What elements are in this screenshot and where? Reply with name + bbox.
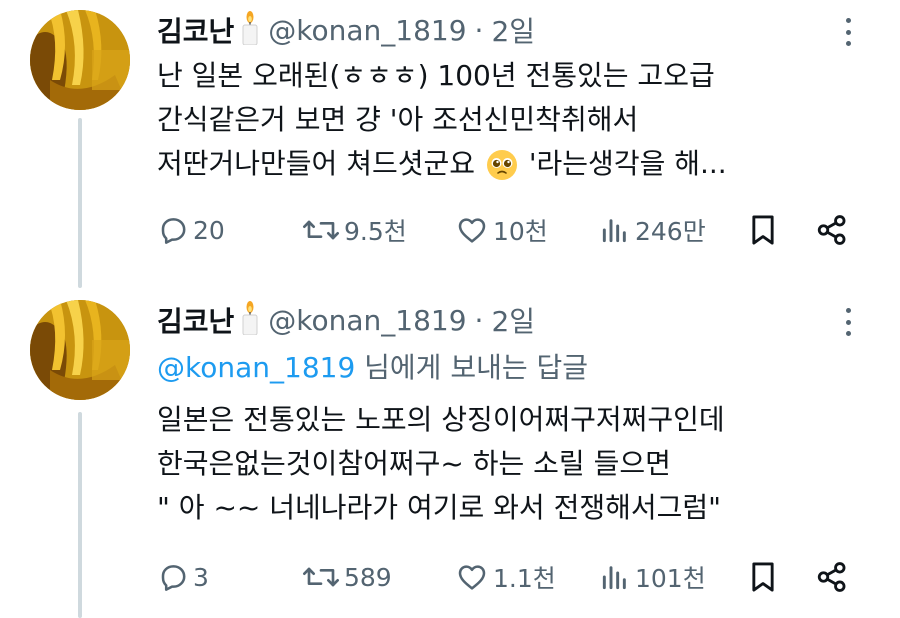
tweet-text-segment: 저딴거나만들어 쳐드셧군요 (157, 147, 476, 180)
share-icon (817, 562, 846, 592)
reply-count: 20 (193, 215, 225, 245)
tweet-text-line: " 아 ~~ 너네나라가 여기로 와서 전쟁해서그럼" (157, 491, 722, 524)
reply-icon (161, 565, 186, 591)
retweet-icon (303, 220, 339, 240)
like-count: 1.1천 (493, 564, 556, 593)
reply-button[interactable]: 3 (157, 557, 209, 597)
retweet-button[interactable]: 9.5천 (302, 210, 407, 250)
tweet-text-line: 일본은 전통있는 노포의 상징이어쩌구저쩌구인데 (157, 403, 725, 436)
author-handle[interactable]: @konan_1819 (268, 14, 466, 47)
tweet-text-line: 난 일본 오래된(ㅎㅎㅎ) 100년 전통있는 고오급 (157, 59, 715, 92)
heart-icon (458, 565, 486, 590)
reply-count: 3 (193, 562, 209, 592)
retweet-count: 589 (344, 562, 392, 592)
tweet-header: 김코난 @konan_1819 · 2일 (157, 300, 535, 340)
views-count: 101천 (635, 564, 706, 593)
tweet-text-line: 한국은없는것이참어쩌구~ 하는 소릴 들으면 (157, 447, 671, 480)
tweet-text-line-with-emoji: 저딴거나만들어 쳐드셧군요 '라는생각을 해... (157, 144, 727, 192)
bookmark-icon (752, 215, 774, 245)
reply-icon (161, 218, 186, 244)
bookmark-button[interactable] (747, 210, 779, 250)
candle-emoji-icon (240, 301, 260, 339)
action-bar: 3 589 1.1천 101천 (157, 557, 857, 597)
reply-button[interactable]: 20 (157, 210, 225, 250)
author-handle[interactable]: @konan_1819 (268, 304, 466, 337)
author-name[interactable]: 김코난 (157, 300, 234, 340)
views-icon (602, 219, 626, 243)
thread-line-lower (78, 412, 82, 618)
reply-context-label: 님에게 보내는 답글 (355, 351, 589, 384)
author-name[interactable]: 김코난 (157, 10, 234, 50)
tweet-time[interactable]: 2일 (491, 10, 535, 50)
tweet-header: 김코난 @konan_1819 · 2일 (157, 10, 535, 50)
tweet-text-segment: '라는생각을 해... (528, 147, 727, 180)
author-avatar[interactable] (30, 10, 130, 110)
action-bar: 20 9.5천 10천 246만 (157, 210, 857, 250)
share-button[interactable] (815, 210, 849, 250)
tweet-time[interactable]: 2일 (491, 300, 535, 340)
views-count: 246만 (635, 217, 706, 246)
thread-line-upper (78, 118, 82, 288)
views-button[interactable]: 101천 (599, 557, 706, 597)
views-button[interactable]: 246만 (599, 210, 706, 250)
heart-icon (458, 218, 486, 243)
retweet-icon (303, 567, 339, 587)
like-count: 10천 (493, 217, 548, 246)
share-icon (817, 215, 846, 245)
bookmark-button[interactable] (747, 557, 779, 597)
tweet-text-line: 간식같은거 보면 걍 '아 조선신민착취해서 (157, 103, 639, 136)
separator-dot: · (474, 13, 484, 47)
candle-emoji-icon (240, 11, 260, 49)
like-button[interactable]: 10천 (455, 210, 548, 250)
like-button[interactable]: 1.1천 (455, 557, 556, 597)
views-icon (602, 566, 626, 590)
retweet-button[interactable]: 589 (302, 557, 392, 597)
author-avatar[interactable] (30, 300, 130, 400)
retweet-count: 9.5천 (344, 217, 407, 246)
more-options-icon[interactable] (836, 18, 860, 46)
separator-dot: · (474, 303, 484, 337)
reply-mention-link[interactable]: @konan_1819 (157, 351, 355, 384)
more-options-icon[interactable] (836, 308, 860, 336)
reply-context: @konan_1819 님에게 보내는 답글 (157, 348, 588, 388)
share-button[interactable] (815, 557, 849, 597)
pleading-face-emoji (486, 149, 518, 192)
bookmark-icon (752, 562, 774, 592)
